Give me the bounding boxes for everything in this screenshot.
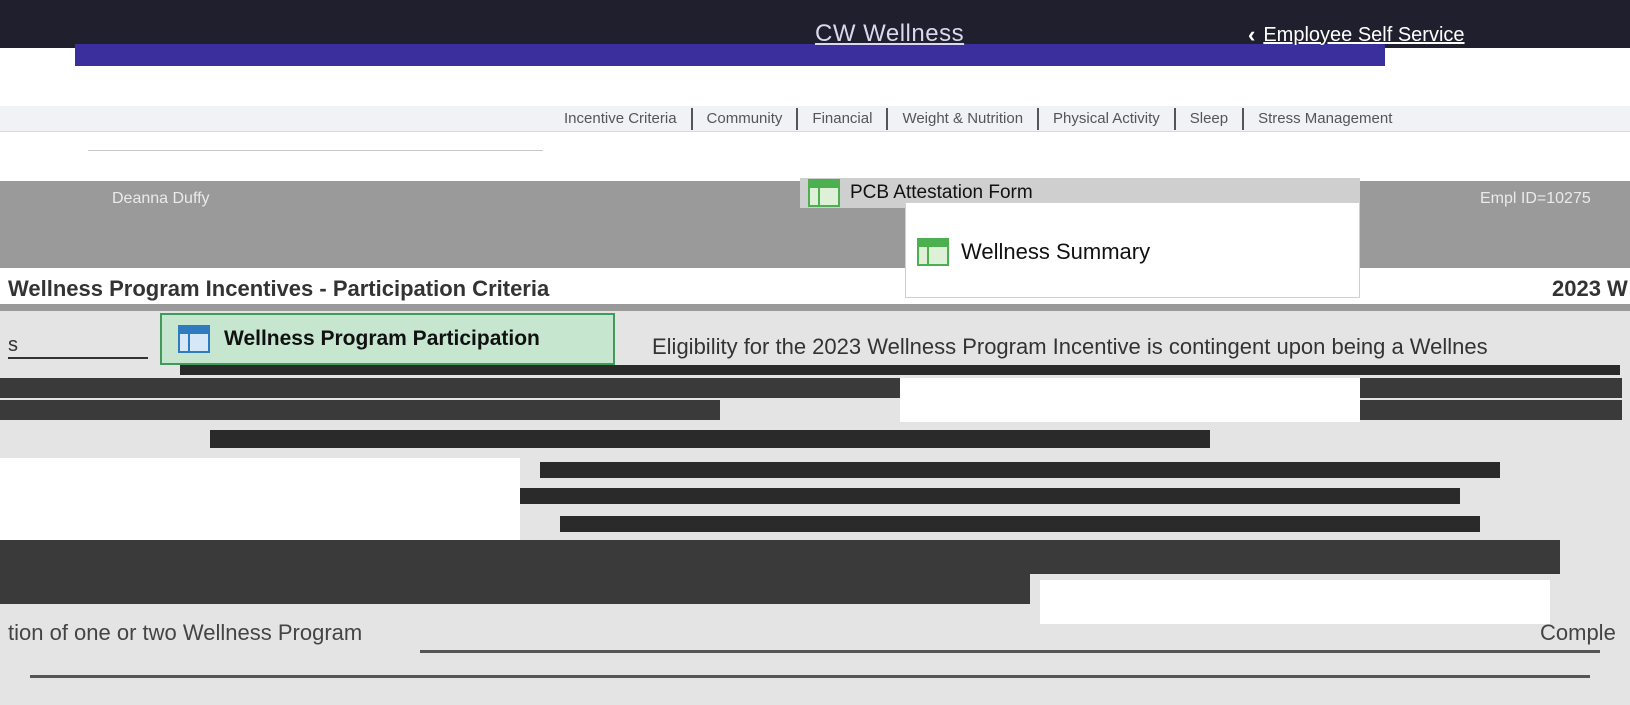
obscured-text-line <box>30 675 1590 678</box>
year-title: 2023 W <box>1552 276 1628 301</box>
employee-name: Deanna Duffy <box>112 190 210 207</box>
chevron-left-icon: ‹ <box>1248 22 1256 47</box>
menu-item-label: PCB Attestation Form <box>850 182 1033 203</box>
obscured-text-line <box>560 516 1480 532</box>
obscured-text-line <box>1360 400 1622 420</box>
page-title: Wellness Program Incentives - Participat… <box>8 276 550 301</box>
participation-label: Wellness Program Participation <box>224 327 540 350</box>
obscured-text-line <box>420 650 1600 653</box>
menu-item-wellness-summary[interactable]: Wellness Summary <box>905 238 1150 266</box>
eligibility-text: Eligibility for the 2023 Wellness Progra… <box>652 334 1488 359</box>
tab-weight-nutrition[interactable]: Weight & Nutrition <box>888 108 1040 130</box>
employee-id: Empl ID=10275 <box>1480 190 1591 207</box>
forms-menu: PCB Attestation Form Wellness Summary <box>800 178 1360 298</box>
obscured-text-line <box>520 488 1460 504</box>
tab-financial[interactable]: Financial <box>798 108 889 130</box>
obscured-text-line <box>0 400 720 420</box>
employee-self-service-label: Employee Self Service <box>1263 23 1465 46</box>
tab-community[interactable]: Community <box>693 108 799 130</box>
nav-strip <box>0 66 1630 106</box>
obscured-region <box>1040 580 1550 624</box>
form-icon <box>178 325 210 353</box>
header-accent-bar <box>75 44 1385 66</box>
incentive-description-text: tion of one or two Wellness Program <box>8 620 363 645</box>
complete-text: Comple <box>1540 620 1616 645</box>
wellness-program-participation-button[interactable]: Wellness Program Participation <box>160 313 615 365</box>
obscured-text-line <box>210 430 1210 448</box>
obscured-text-line <box>1360 378 1622 398</box>
employee-self-service-link[interactable]: ‹ Employee Self Service <box>1248 22 1465 48</box>
tab-physical-activity[interactable]: Physical Activity <box>1039 108 1176 130</box>
obscured-text-line <box>0 574 1030 604</box>
tab-sleep[interactable]: Sleep <box>1176 108 1245 130</box>
left-section-underline <box>8 357 148 359</box>
menu-item-label: Wellness Summary <box>961 239 1151 264</box>
obscured-text-line <box>0 378 900 398</box>
tab-stress-management[interactable]: Stress Management <box>1244 108 1406 130</box>
brand-title[interactable]: CW Wellness <box>815 20 964 48</box>
left-section-label: s <box>8 334 18 356</box>
form-icon <box>917 238 949 266</box>
obscured-region <box>0 458 520 550</box>
tab-incentive-criteria[interactable]: Incentive Criteria <box>550 108 693 130</box>
obscured-text-line <box>180 365 1620 375</box>
category-tabs: Incentive Criteria Community Financial W… <box>550 108 1406 130</box>
obscured-text-line <box>540 462 1500 478</box>
form-icon <box>808 179 840 207</box>
nav-divider <box>88 150 543 151</box>
wellness-page: CW Wellness ‹ Employee Self Service Ince… <box>0 0 1630 705</box>
obscured-text-line <box>0 540 1560 574</box>
obscured-region <box>900 378 1360 422</box>
